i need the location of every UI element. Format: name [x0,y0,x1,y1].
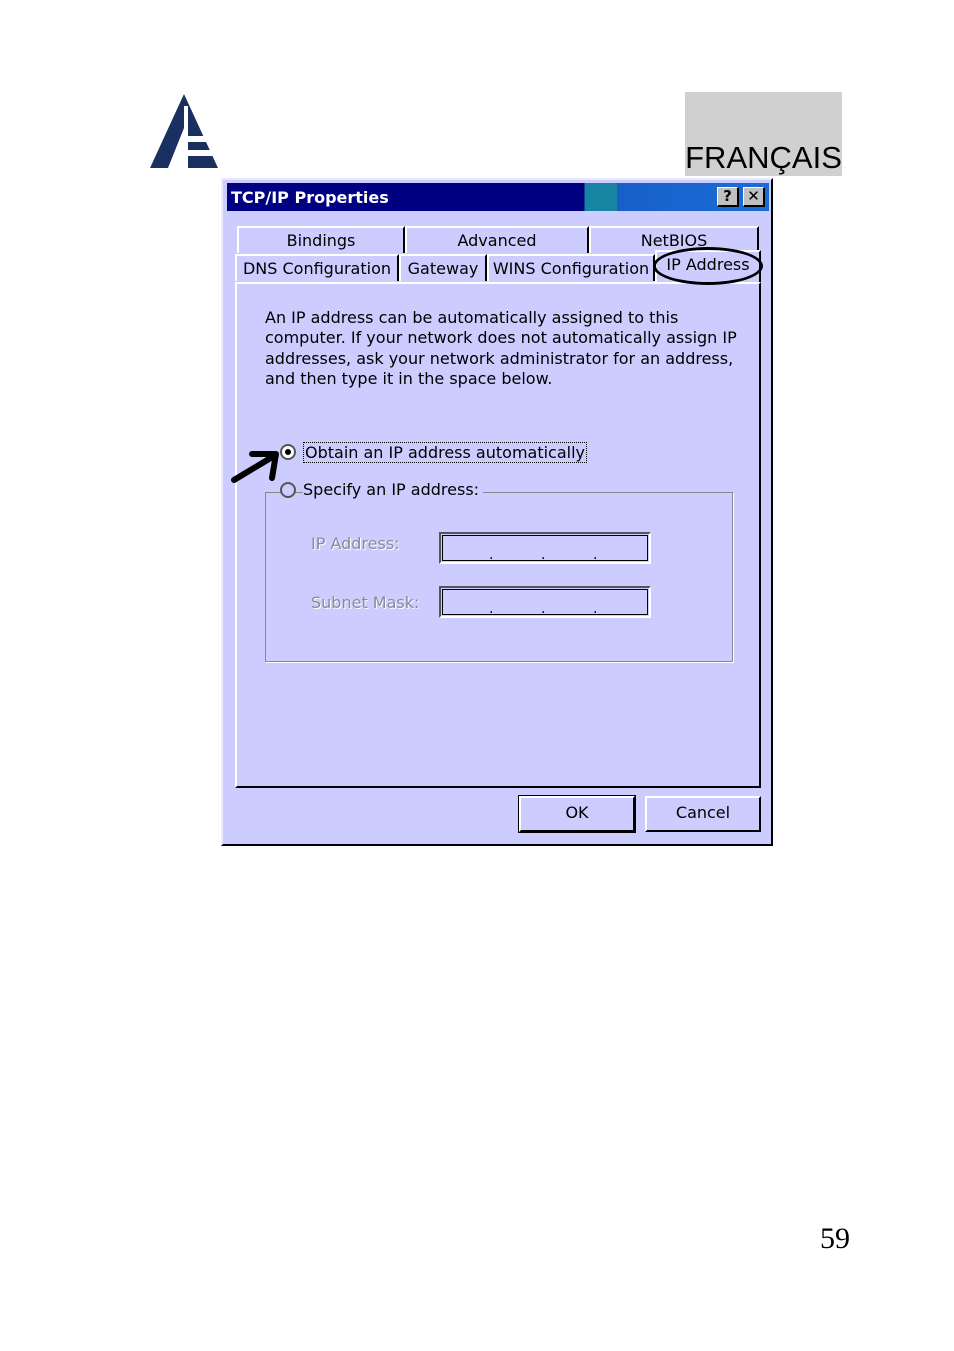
description-text: An IP address can be automatically assig… [265,308,737,388]
title-bar[interactable]: TCP/IP Properties ? ✕ [227,183,769,211]
pointer-arrow-icon [231,451,279,483]
tab-advanced[interactable]: Advanced [405,226,589,253]
tab-bindings[interactable]: Bindings [237,226,405,253]
tab-gateway[interactable]: Gateway [399,254,487,281]
tab-wins-configuration[interactable]: WINS Configuration [487,254,655,281]
ip-address-label: IP Address: [311,534,400,553]
radio-obtain-automatically-label[interactable]: Obtain an IP address automatically [302,442,588,463]
ip-address-input[interactable]: . . . [439,532,651,564]
subnet-mask-input[interactable]: . . . [439,586,651,618]
tab-dns-configuration[interactable]: DNS Configuration [235,254,399,281]
dialog-title: TCP/IP Properties [231,188,389,207]
radio-specify-ip-label[interactable]: Specify an IP address: [303,480,484,499]
subnet-mask-label: Subnet Mask: [311,593,420,612]
close-button[interactable]: ✕ [743,187,765,207]
cancel-button[interactable]: Cancel [645,796,761,832]
specify-ip-groupbox [265,492,733,662]
language-banner: FRANÇAIS [685,92,842,176]
page-number: 59 [820,1222,850,1255]
atlantis-logo-icon [150,94,218,168]
language-label: FRANÇAIS [685,140,842,175]
help-button[interactable]: ? [717,187,739,207]
tcpip-properties-dialog: TCP/IP Properties ? ✕ Bindings Advanced … [221,178,773,846]
ok-button[interactable]: OK [518,795,636,833]
highlight-circle [653,247,763,285]
